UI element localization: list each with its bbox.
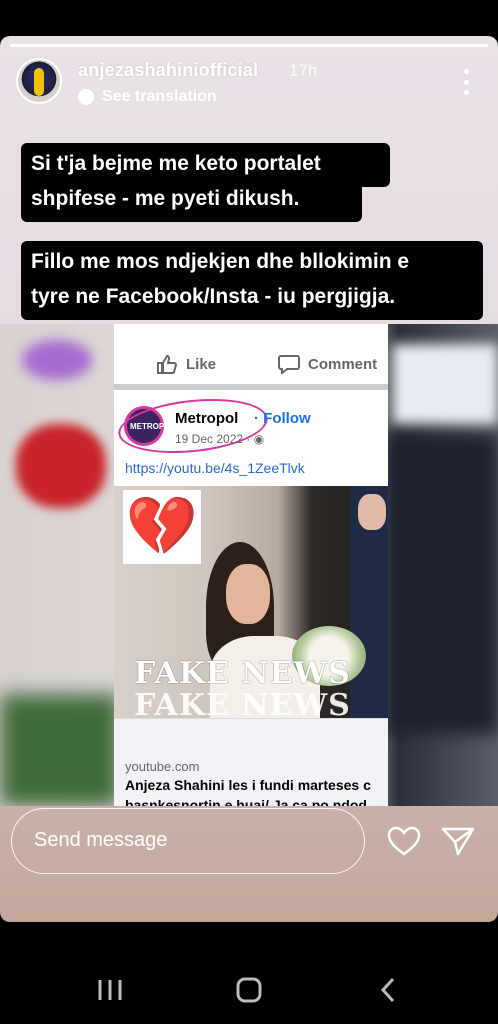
send-message-placeholder: Send message	[34, 829, 168, 851]
comment-label: Comment	[308, 355, 378, 373]
post-actions-bar: Like Comment	[114, 344, 388, 390]
fake-news-overlay-echo: FAKE NEWS	[134, 688, 351, 718]
story-progress-fill	[10, 44, 488, 47]
link-title: Anjeza Shahini les i fundi marteses c	[125, 777, 371, 793]
follow-label: Follow	[263, 410, 311, 427]
heart-icon[interactable]	[386, 823, 422, 859]
globe-icon	[78, 89, 94, 105]
story-progress-bar	[10, 44, 488, 47]
send-icon[interactable]	[440, 823, 476, 859]
fake-news-overlay: FAKE NEWS	[134, 656, 351, 691]
story-time: 17h	[289, 61, 318, 80]
home-icon[interactable]	[229, 972, 269, 1008]
like-icon	[157, 354, 178, 374]
link-domain: youtube.com	[125, 759, 200, 774]
post-link: https://youtu.be/4s_1ZeeTlvk	[125, 460, 305, 476]
avatar[interactable]	[16, 58, 62, 104]
broken-heart-icon: 💔	[123, 490, 201, 564]
story-viewer[interactable]: anjezashahiniofficial 17h See translatio…	[0, 36, 498, 922]
more-icon[interactable]	[459, 69, 473, 95]
see-translation-label: See translation	[102, 88, 217, 105]
caption-line: tyre ne Facebook/Insta - iu pergjigja.	[21, 276, 483, 320]
see-translation-button[interactable]: See translation	[78, 88, 217, 106]
system-navigation-bar	[0, 950, 498, 1024]
link-preview: youtube.com Anjeza Shahini les i fundi m…	[114, 718, 388, 806]
facebook-post-screenshot: Like Comment METROPOL Metropol · Follow …	[114, 324, 388, 806]
caption-line: shpifese - me pyeti dikush.	[21, 178, 362, 222]
comment-button: Comment	[278, 354, 377, 374]
back-icon[interactable]	[368, 972, 408, 1008]
post-image: 💔 FAKE NEWS FAKE NEWS	[114, 486, 388, 718]
username[interactable]: anjezashahiniofficial	[78, 60, 258, 81]
post-date: 19 Dec 2022 · ◉	[175, 432, 265, 446]
link-title: basnkesnortin e huaj/ Ja ca po ndod	[125, 797, 367, 806]
recents-icon[interactable]	[90, 972, 130, 1008]
comment-icon	[278, 355, 300, 374]
send-message-input[interactable]: Send message	[11, 808, 365, 874]
like-button: Like	[156, 354, 216, 374]
globe-icon: ◉	[253, 432, 265, 446]
page-name: Metropol	[175, 410, 239, 427]
follow-link: · Follow	[254, 410, 311, 427]
like-label: Like	[186, 355, 217, 373]
